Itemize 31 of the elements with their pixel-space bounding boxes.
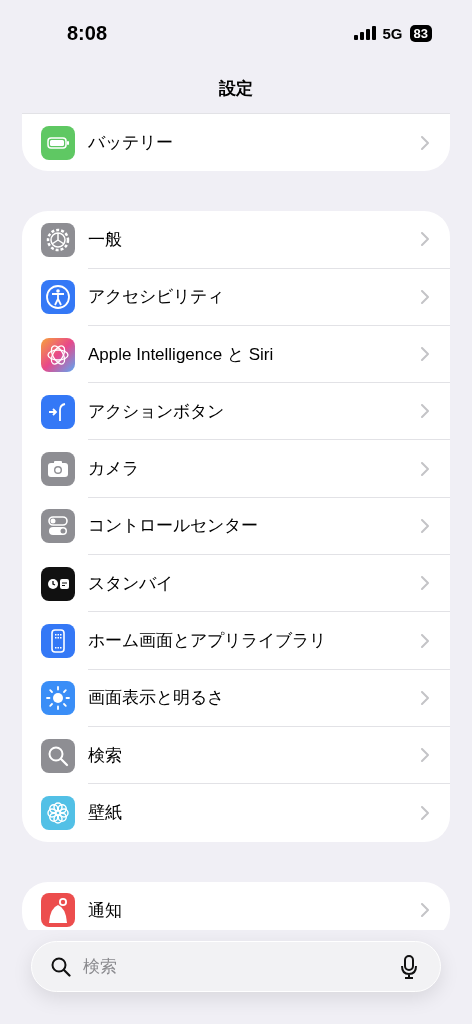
status-time: 8:08 <box>67 21 108 45</box>
row-label: Apple Intelligence と Siri <box>88 343 274 366</box>
row-label: 壁紙 <box>88 802 122 825</box>
row-label: バッテリー <box>88 132 173 155</box>
row-label: アクションボタン <box>88 400 224 423</box>
settings-row[interactable]: 通知 <box>22 881 450 930</box>
settings-row[interactable]: 画面表示と明るさ <box>22 669 450 727</box>
row-label: コントロールセンター <box>88 515 258 538</box>
settings-row[interactable]: バッテリー <box>22 114 450 172</box>
row-label: 通知 <box>88 899 122 922</box>
settings-row[interactable]: 一般 <box>22 211 450 269</box>
row-label: 検索 <box>88 744 122 767</box>
row-label: カメラ <box>88 458 139 481</box>
settings-row[interactable]: 壁紙 <box>22 784 450 842</box>
row-label: 一般 <box>88 228 122 251</box>
settings-row[interactable]: Apple Intelligence と Siri <box>22 325 450 384</box>
settings-row[interactable]: ホーム画面とアプリライブラリ <box>22 612 450 670</box>
row-label: ホーム画面とアプリライブラリ <box>88 630 326 652</box>
battery-indicator: 83 <box>409 24 432 42</box>
settings-row[interactable]: アクセシビリティ <box>22 268 450 326</box>
page-title: 設定 <box>218 78 254 100</box>
row-label: 画面表示と明るさ <box>88 687 224 710</box>
settings-row[interactable]: 検索 <box>22 726 450 785</box>
row-label: アクセシビリティ <box>88 286 224 309</box>
settings-row[interactable]: コントロールセンター <box>22 497 450 556</box>
settings-row[interactable]: アクションボタン <box>22 383 450 441</box>
settings-row[interactable]: カメラ <box>22 440 450 498</box>
network-label: 5G <box>382 24 403 42</box>
row-label: スタンバイ <box>88 572 173 595</box>
search-field[interactable]: 検索 <box>31 941 441 992</box>
settings-row[interactable]: スタンバイ <box>22 555 450 613</box>
